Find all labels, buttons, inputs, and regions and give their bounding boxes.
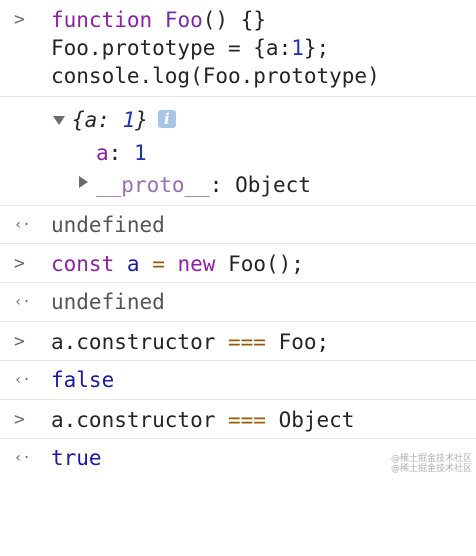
property-separator: : <box>108 141 134 165</box>
property-value: 1 <box>133 141 147 165</box>
operator: = <box>152 252 165 276</box>
console-line: ‹· undefined <box>0 211 476 239</box>
code-fragment: a.constructor <box>51 330 229 354</box>
object-property: a: 1 <box>0 137 476 169</box>
console-line: > a.constructor === Foo; <box>0 328 476 356</box>
code-fragment: }; <box>303 36 330 60</box>
function-name: Foo <box>164 8 203 32</box>
code-text: a.constructor === Object <box>51 406 354 434</box>
object-close: } <box>135 108 148 132</box>
return-arrow-icon: ‹· <box>14 294 31 310</box>
code-fragment: Object <box>265 408 355 432</box>
object-proto[interactable]: __proto__: Object <box>0 169 476 201</box>
expand-triangle-icon[interactable] <box>79 176 88 188</box>
code-fragment: () {} <box>202 8 266 32</box>
keyword: new <box>177 252 216 276</box>
return-arrow-icon: ‹· <box>14 217 31 233</box>
code-text: console.log(Foo.prototype) <box>51 64 380 88</box>
code-fragment: a.constructor <box>51 408 229 432</box>
proto-row[interactable]: __proto__: Object <box>96 169 311 201</box>
code-fragment: Foo(); <box>228 252 304 276</box>
variable-name: a <box>126 252 140 276</box>
watermark: @稀土掘金技术社区 @稀土掘金技术社区 <box>391 454 472 474</box>
watermark-line: @稀土掘金技术社区 <box>390 464 472 474</box>
chevron-right-icon: > <box>14 331 25 352</box>
console-line: ‹· undefined <box>0 288 476 316</box>
info-icon[interactable]: i <box>157 110 176 128</box>
console-line: > a.constructor === Object <box>0 406 476 434</box>
console-input-entry[interactable]: > a.constructor === Object <box>0 400 476 439</box>
number-literal: 1 <box>291 36 304 60</box>
code-text: a.constructor === Foo; <box>51 328 329 356</box>
chevron-right-icon: > <box>14 9 25 30</box>
console-input-entry[interactable]: > const a = new Foo(); <box>0 244 476 283</box>
console-line: console.log(Foo.prototype) <box>0 62 476 90</box>
chevron-right-icon: > <box>14 409 25 430</box>
operator: === <box>228 408 266 432</box>
result-value: undefined <box>51 213 165 237</box>
code-fragment: Foo.prototype = {a: <box>51 36 292 60</box>
object-summary[interactable]: {a: 1} i <box>0 103 476 137</box>
collapse-triangle-icon[interactable] <box>53 116 65 125</box>
console-line: Foo.prototype = {a:1}; <box>0 34 476 62</box>
proto-name: __proto__ <box>96 173 210 197</box>
watermark-line: @稀土掘金技术社区 <box>390 454 472 464</box>
number-literal: 1 <box>122 108 136 132</box>
proto-value: : Object <box>209 173 311 197</box>
console-result-entry: ‹· false <box>0 361 476 400</box>
keyword: function <box>51 8 153 32</box>
console-input-entry[interactable]: > function Foo() {} Foo.prototype = {a:1… <box>0 0 476 97</box>
result-value: true <box>51 446 102 470</box>
console-line: > const a = new Foo(); <box>0 250 476 278</box>
keyword: const <box>51 252 115 276</box>
code-text: function Foo() {} <box>51 6 266 34</box>
console-input-entry[interactable]: > a.constructor === Foo; <box>0 322 476 361</box>
console-result-entry: ‹· undefined <box>0 283 476 322</box>
operator: === <box>228 330 266 354</box>
code-fragment: Foo; <box>265 330 330 354</box>
return-arrow-icon: ‹· <box>14 450 31 466</box>
console-line: > function Foo() {} <box>0 6 476 34</box>
code-text: Foo.prototype = {a:1}; <box>51 34 329 62</box>
return-arrow-icon: ‹· <box>14 372 31 388</box>
object-preview[interactable]: {a: 1} i <box>72 103 176 137</box>
property-row: a: 1 <box>96 137 147 169</box>
chevron-right-icon: > <box>14 253 25 274</box>
console-line: ‹· false <box>0 366 476 394</box>
result-value: undefined <box>51 290 165 314</box>
object-open: {a: <box>72 108 123 132</box>
property-name: a <box>96 141 109 165</box>
devtools-console: > function Foo() {} Foo.prototype = {a:1… <box>0 0 476 478</box>
result-value: false <box>51 368 115 392</box>
console-object-output[interactable]: {a: 1} i a: 1 __proto__: Object <box>0 97 476 206</box>
code-text: const a = new Foo(); <box>51 250 304 278</box>
console-result-entry: ‹· undefined <box>0 206 476 244</box>
